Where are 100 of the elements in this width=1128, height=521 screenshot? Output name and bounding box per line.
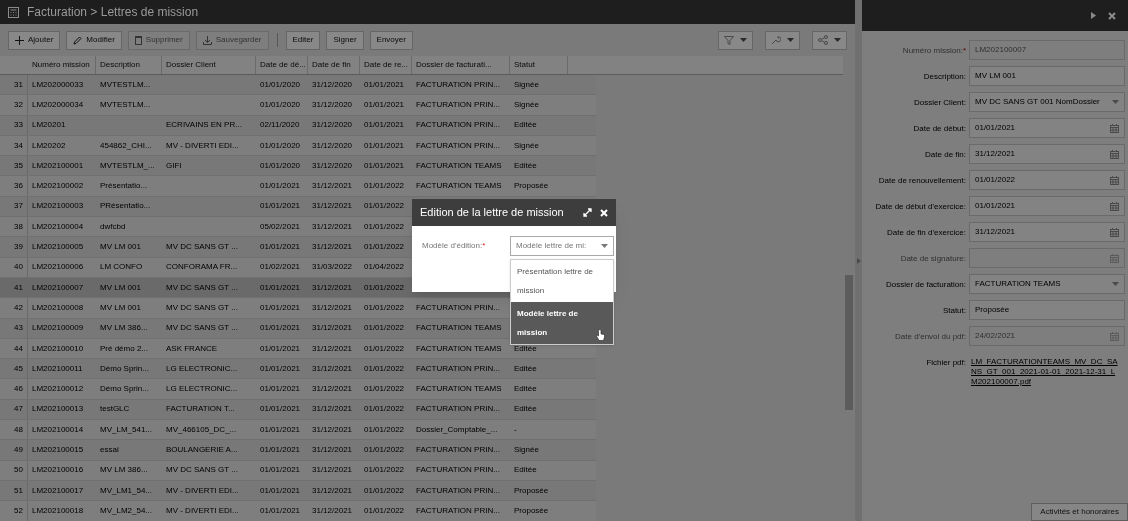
dropdown-caret-icon [601,244,608,248]
activities-button[interactable]: Activités et honoraires [1031,503,1128,521]
column-header[interactable]: Dossier Client [162,56,256,74]
select-field[interactable]: FACTURATION TEAMS [969,274,1125,294]
table-cell: 01/01/2022 [364,444,405,456]
table-row[interactable]: 50 LM202100016 MV LM 386... MV DC SANS GT ... 01/01/2021 31/12/2021 01/01/2022 FACTURATION PRIN... Editée [0,460,596,481]
table-cell: FACTURATION PRIN... [416,484,500,497]
table-cell: 31/12/2021 [312,281,353,294]
row-number: 47 [0,399,28,420]
table-row[interactable]: 49 LM202100015 essai BOULANGERIE A... 01/01/2021 31/12/2021 01/01/2022 FACTURATION PRIN... Signée [0,440,596,461]
dropdown-menu[interactable]: Présentation lettre de mission Modèle lettre de mission [510,259,614,345]
template-select[interactable]: Modèle lettre de mi: [510,236,614,256]
toolbar-menu-button[interactable] [718,30,753,50]
field-label: Date d'envoi du pdf: [894,331,966,343]
table-row[interactable]: 31 LM202000033 MVTESTLM... 01/01/2020 31/12/2020 01/01/2021 FACTURATION PRIN... Signée [0,75,596,96]
dropdown-option[interactable]: Présentation lettre de mission [511,260,613,302]
date-field[interactable]: 31/12/2021 [969,144,1125,164]
table-cell: Proposée [514,484,549,497]
table-row[interactable]: 52 LM202100018 MV_LM2_54... MV - DIVERTI EDI... 01/01/2021 31/12/2021 01/01/2022 FACTURATION PRIN... Proposée [0,501,596,521]
table-cell: 02/11/2020 [260,119,300,132]
table-cell: LM202100017 [32,484,84,497]
field-label: Fichier pdf: [925,357,966,369]
table-cell: MV LM 386... [100,322,148,335]
column-header[interactable]: Statut [510,56,568,74]
table-row[interactable]: 34 LM20202 454862_CHI... MV - DIVERTI EDI... 01/01/2020 31/12/2020 01/01/2021 FACTURATION PRIN... Signée [0,135,596,157]
toolbar-menu-button[interactable] [812,30,847,50]
row-number: 31 [0,75,28,95]
field-label: Dossier Client: [913,97,966,109]
table-row[interactable]: 35 LM202100001 MVTESTLM_... GIFI 01/01/2020 31/12/2020 01/01/2021 FACTURATION TEAMS Editée [0,156,596,177]
column-header[interactable]: Numéro mission [28,56,96,74]
column-header[interactable]: Description [96,56,162,74]
row-number: 52 [0,501,28,521]
table-cell: 01/01/2022 [364,504,405,517]
table-row[interactable]: 47 LM202100013 testGLC FACTURATION T... 01/01/2021 31/12/2021 01/01/2022 FACTURATION PRIN... Editée [0,399,596,421]
field-label: Dossier de facturation: [884,279,966,291]
row-number: 40 [0,257,28,277]
table-row[interactable]: 46 LM202100012 Démo Sprin... LG ELECTRONIC... 01/01/2021 31/12/2021 01/01/2022 FACTURATION TEAMS Editée [0,379,596,400]
table-row[interactable]: 32 LM202000034 MVTESTLM... 01/01/2020 31/12/2020 01/01/2021 FACTURATION PRIN... Signée [0,95,596,116]
date-field[interactable]: 31/12/2021 [969,222,1125,242]
table-cell: 31/12/2020 [312,78,353,91]
maximize-icon[interactable] [583,208,592,217]
row-number: 44 [0,338,28,359]
date-field[interactable]: 01/01/2021 [969,118,1125,138]
select-field[interactable]: MV DC SANS GT 001 NomDossier [969,92,1125,112]
table-cell: Editée [514,383,537,396]
table-cell: LG ELECTRONIC... [166,383,238,396]
table-cell: 01/01/2020 [260,98,301,111]
field-label: Date de fin d'exercice: [886,227,966,239]
scrollbar-thumb[interactable] [845,275,853,410]
column-header[interactable]: Date de re... [360,56,412,74]
date-field[interactable]: 01/01/2021 [969,196,1125,216]
toolbar-button[interactable]: Signer [326,30,364,50]
close-icon[interactable] [1108,11,1116,20]
date-field[interactable]: 01/01/2022 [969,170,1125,190]
column-header[interactable]: Date de dé... [256,56,308,74]
toolbar-button[interactable]: Ajouter [8,30,61,50]
table-cell: LM CONFO [100,261,143,274]
table-cell: LM202100015 [32,444,84,456]
date-field[interactable] [969,248,1125,268]
table-cell: 01/01/2022 [364,423,405,436]
table-row[interactable]: 51 LM202100017 MV_LM1_54... MV - DIVERTI EDI... 01/01/2021 31/12/2021 01/01/2022 FACTURATION PRIN... Proposée [0,480,596,502]
table-row[interactable]: 45 LM202100011 Démo Sprin... LG ELECTRONIC... 01/01/2021 31/12/2021 01/01/2022 FACTURATION PRIN... Editée [0,359,596,380]
table-cell: 31/12/2021 [312,342,353,355]
share-icon [818,35,828,45]
plus-icon [15,35,24,45]
field-label: Numéro mission:* [901,45,966,57]
table-row[interactable]: 36 LM202100002 Présentatio... 01/01/2021 31/12/2021 01/01/2022 FACTURATION TEAMS Proposée [0,176,596,197]
expand-arrow-icon[interactable] [856,257,861,264]
toolbar-button[interactable]: Envoyer [369,30,413,50]
column-header[interactable]: Date de fin [308,56,360,74]
table-cell: MV LM 001 [100,301,141,314]
table-cell: 31/12/2021 [312,301,353,314]
collapse-arrow-icon[interactable] [1091,12,1096,19]
calendar-icon [1110,123,1119,133]
caret-icon [787,38,794,42]
column-header[interactable]: Dossier de facturati... [412,56,510,74]
table-cell: 01/01/2021 [364,159,405,172]
table-cell: LM202100007 [32,281,84,294]
table-cell: Dossier_Comptable_... [416,423,498,436]
input-field[interactable]: MV LM 001 [969,66,1125,86]
table-cell: 01/01/2021 [260,464,301,477]
pdf-link[interactable]: LM_FACTURATIONTEAMS_MV_DC_SANS_GT_001_2021-01-01_2021-12-31_LM202100007.pdf [969,352,1121,387]
table-row[interactable]: 33 LM20201 ECRIVAINS EN PR... 02/11/2020 31/12/2020 01/01/2021 FACTURATION PRIN... Editée [0,115,596,136]
toolbar-button[interactable]: Editer [285,30,321,50]
row-number: 38 [0,217,28,237]
table-row[interactable]: 48 LM202100014 MV_LM_541... MV_466105_DC_... 01/01/2021 31/12/2021 01/01/2022 Dossier_Comptable_... - [0,420,596,441]
dropdown-option[interactable]: Modèle lettre de mission [511,302,613,344]
table-cell: MV_LM1_54... [100,484,153,497]
table-cell: 454862_CHI... [100,139,152,152]
table-cell: 31/12/2021 [312,504,353,517]
input-field[interactable]: Proposée [969,300,1125,320]
table-cell: - [514,423,517,436]
table-cell: MVTESTLM... [100,98,151,111]
row-number: 32 [0,95,28,115]
table-cell: FACTURATION TEAMS [416,342,502,355]
table-cell: FACTURATION PRIN... [416,464,500,477]
toolbar-button[interactable]: Modifier [66,30,122,50]
toolbar-menu-button[interactable] [765,30,800,50]
table-cell: GIFI [166,159,182,172]
caret-icon [740,38,747,42]
